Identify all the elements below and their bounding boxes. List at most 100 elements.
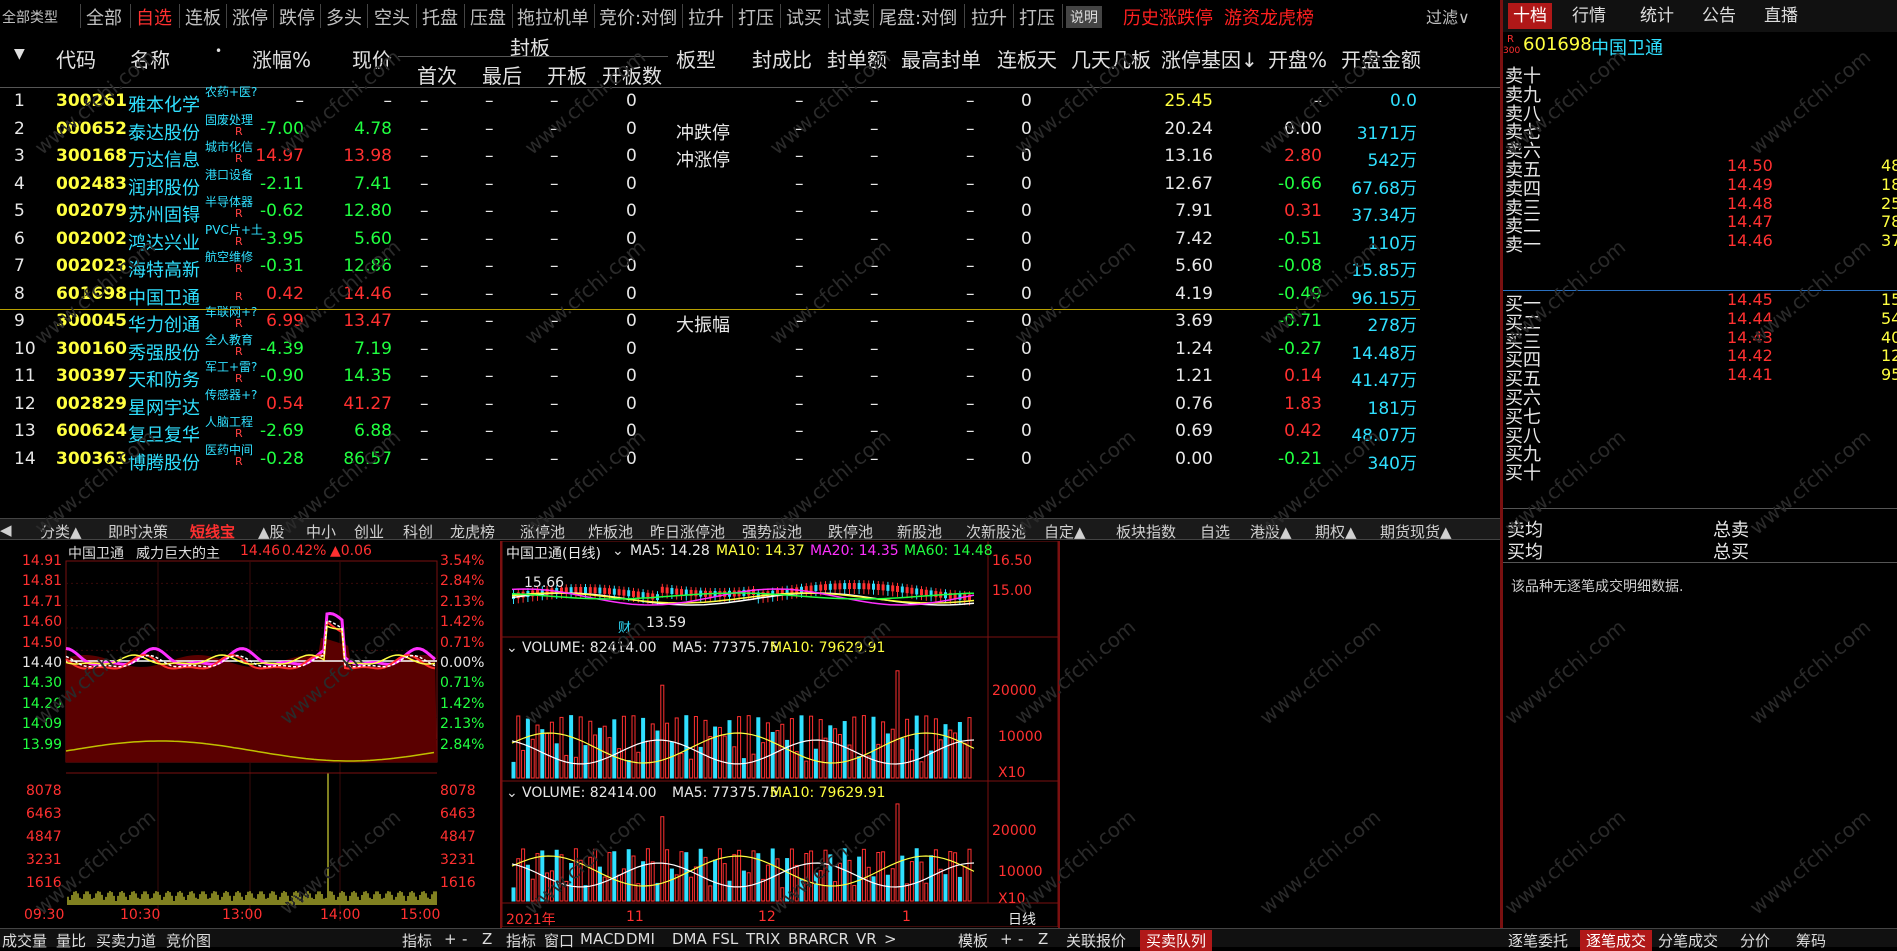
buy-level-price[interactable]: 14.45 [1727,290,1773,309]
daily-collapse-icon[interactable]: ⌄ [612,543,624,559]
filter-dropdown[interactable]: 过滤∨ [1426,4,1470,28]
topbar-item-5[interactable]: 跌停 [279,4,315,30]
sort-menu-icon[interactable]: ▼ [14,46,25,62]
mid_b-10[interactable]: > [884,930,897,948]
right_b-2[interactable]: 分笔成交 [1658,930,1718,951]
period-label[interactable]: 日线 [1008,909,1036,929]
board-tab-20[interactable]: 期货现货▲ [1380,521,1452,542]
col-open-board[interactable]: 开板 [547,60,587,89]
topbar-item-17[interactable]: 拉升 [971,4,1007,30]
topbar-item-16[interactable]: 尾盘:对倒 [879,4,957,30]
buy-level-price[interactable]: 14.42 [1727,346,1773,365]
table-row[interactable]: 7 002023 海特高新 航空维修 R -0.31 12.86 – – – 0 – – – 0 5.60 -0… [0,250,1420,281]
left-3[interactable]: 竞价图 [166,930,211,951]
sell-level-price[interactable]: 14.49 [1727,175,1773,194]
mid_b-2[interactable]: MACD [580,930,625,948]
topbar-item-18[interactable]: 打压 [1019,4,1055,30]
col-change[interactable]: 涨幅% [252,44,311,73]
col-seal-ratio[interactable]: 封成比 [752,44,812,73]
vol1-collapse-icon[interactable]: ⌄ [506,640,518,656]
board-tab-15[interactable]: 自定▲ [1044,521,1086,542]
mid_b-1[interactable]: 窗口 [544,930,574,951]
col-open-amount[interactable]: 开盘金额 [1341,44,1421,73]
topbar-item-1[interactable]: 全部 [86,4,122,30]
table-row[interactable]: 14 300363 博腾股份 医药中间 R -0.28 86.57 – – – 0 – – – 0 0.00 -… [0,443,1420,474]
sell-level-price[interactable]: 14.50 [1727,156,1773,175]
topbar-item-4[interactable]: 涨停 [232,4,268,30]
board-tab-14[interactable]: 次新股池 [966,521,1026,542]
col-board-days[interactable]: 连板天 [997,44,1057,73]
col-price[interactable]: 现价 [352,44,392,73]
mid_b-3[interactable]: DMI [626,930,655,948]
mid_a-3[interactable]: Z [482,930,492,948]
mid_c-0[interactable]: 模板 [958,930,988,951]
board-tab-5[interactable]: 创业 [354,521,384,542]
col-open-count[interactable]: 开板数 [602,60,662,89]
left-2[interactable]: 买卖力道 [96,930,156,951]
vol2-collapse-icon[interactable]: ⌄ [506,785,518,801]
hot-money-link[interactable]: 游资龙虎榜 [1224,4,1314,30]
col-plate[interactable]: 板型 [676,44,716,73]
mid_a-1[interactable]: + [444,930,457,948]
buy-level-price[interactable]: 14.44 [1727,309,1773,328]
board-tab-9[interactable]: 炸板池 [588,521,633,542]
right_a-1[interactable]: 买卖队列 [1140,930,1213,951]
board-tab-18[interactable]: 港股▲ [1250,521,1292,542]
board-tab-16[interactable]: 板块指数 [1116,521,1176,542]
board-tab-10[interactable]: 昨日涨停池 [650,521,725,542]
board-tab-8[interactable]: 涨停池 [520,521,565,542]
mid_b-0[interactable]: 指标 [506,930,536,951]
mid_b-6[interactable]: TRIX [746,930,780,948]
topbar-item-7[interactable]: 空头 [374,4,410,30]
right-tab-0[interactable]: 十档 [1508,3,1552,29]
mid_b-7[interactable]: BRAR [788,930,829,948]
right-tab-4[interactable]: 直播 [1751,3,1811,29]
col-code[interactable]: 代码 [56,44,96,73]
buy-level-price[interactable]: 14.43 [1727,328,1773,347]
right-tab-2[interactable]: 统计 [1627,3,1687,29]
board-tab-1[interactable]: 即时决策 [108,521,168,542]
mid_c-2[interactable]: - [1018,930,1023,948]
col-open-pct[interactable]: 开盘% [1268,44,1327,73]
board-tab-17[interactable]: 自选 [1200,521,1230,542]
topbar-item-6[interactable]: 多头 [326,4,362,30]
col-first[interactable]: 首次 [417,60,457,89]
board-tab-4[interactable]: 中小 [306,521,336,542]
daily-finance-marker[interactable]: 财 [618,617,631,636]
board-tab-2[interactable]: 短线宝 [190,521,235,542]
board-tab-13[interactable]: 新股池 [897,521,942,542]
right_b-0[interactable]: 逐笔委托 [1508,930,1568,951]
topbar-item-13[interactable]: 打压 [738,4,774,30]
topbar-item-2[interactable]: 自选 [136,4,172,30]
explain-button[interactable]: 说明 [1066,6,1102,28]
buy-level-price[interactable]: 14.41 [1727,365,1773,384]
mid_b-8[interactable]: CR [828,930,849,948]
board-tab-6[interactable]: 科创 [403,521,433,542]
tab-scroll-left-icon[interactable]: ◀ [0,521,12,539]
topbar-item-3[interactable]: 连板 [185,4,221,30]
col-last[interactable]: 最后 [482,60,522,89]
topbar-item-10[interactable]: 拖拉机单 [517,4,589,30]
col-limit-gene[interactable]: 涨停基因↓ [1161,44,1258,73]
topbar-item-12[interactable]: 拉升 [688,4,724,30]
mid_a-0[interactable]: 指标 [402,930,432,951]
left-1[interactable]: 量比 [56,930,86,951]
mid_b-9[interactable]: VR [856,930,877,948]
col-seal-amount[interactable]: 封单额 [827,44,887,73]
left-0[interactable]: 成交量 [2,930,47,951]
right_b-1[interactable]: 逐笔成交 [1580,930,1653,951]
board-tab-3[interactable]: ▲股 [258,521,285,542]
right_b-4[interactable]: 筹码 [1796,930,1826,951]
topbar-item-9[interactable]: 压盘 [470,4,506,30]
topbar-item-0[interactable]: 全部类型 [2,7,58,27]
mid_b-5[interactable]: FSL [712,930,738,948]
mid_c-1[interactable]: + [1000,930,1013,948]
right_b-3[interactable]: 分价 [1740,930,1770,951]
board-tab-19[interactable]: 期权▲ [1315,521,1357,542]
right-tab-3[interactable]: 公告 [1689,3,1749,29]
topbar-item-11[interactable]: 竞价:对倒 [599,4,677,30]
sell-level-price[interactable]: 14.48 [1727,194,1773,213]
mid_b-4[interactable]: DMA [672,930,707,948]
mid_a-2[interactable]: - [462,930,467,948]
board-tab-11[interactable]: 强势股池 [742,521,802,542]
